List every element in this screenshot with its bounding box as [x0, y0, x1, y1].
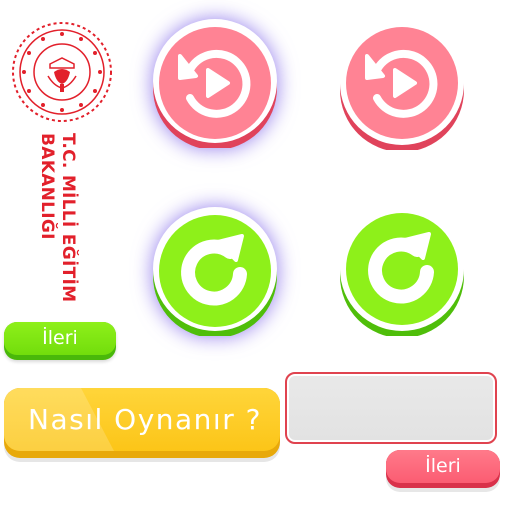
answer-input-box[interactable] [285, 372, 497, 444]
how-to-play-button[interactable]: Nasıl Oynanır ? [4, 388, 280, 462]
ministry-logo [10, 20, 114, 124]
ministry-name-line2: BAKANLIĞI [37, 133, 57, 240]
restart-button[interactable] [338, 206, 468, 336]
replay-button[interactable] [338, 20, 468, 150]
next-button-red-label: İleri [386, 450, 500, 483]
ministry-emblem-icon [12, 22, 112, 122]
next-button-green[interactable]: İleri [4, 322, 116, 360]
next-button-red[interactable]: İleri [386, 450, 500, 492]
restart-button-highlighted[interactable] [150, 206, 280, 336]
replay-button-highlighted[interactable] [150, 18, 280, 148]
ministry-name-line1: T.C. MİLLİ EĞİTİM [58, 133, 78, 303]
how-to-play-label: Nasıl Oynanır ? [28, 403, 262, 436]
ministry-name: T.C. MİLLİ EĞİTİM BAKANLIĞI [36, 133, 78, 302]
next-button-green-label: İleri [4, 322, 116, 355]
